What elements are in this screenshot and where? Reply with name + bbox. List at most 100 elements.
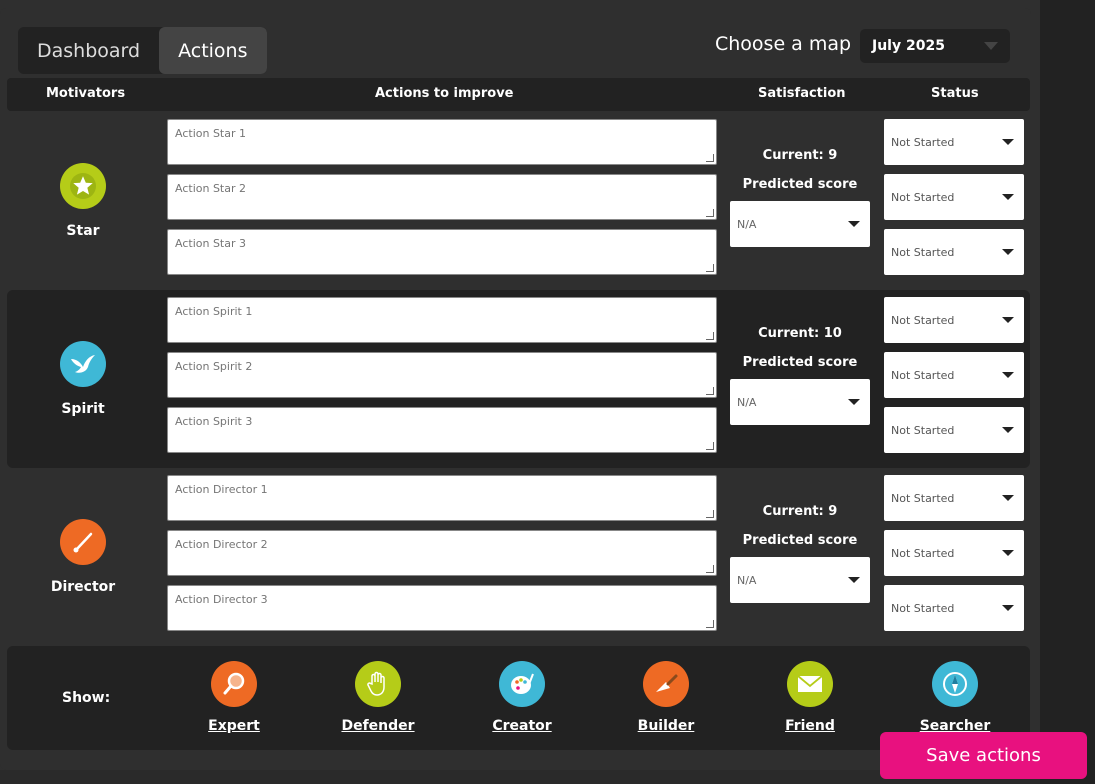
action-input[interactable] xyxy=(167,475,717,521)
scroll-gutter xyxy=(1040,0,1095,784)
tab-dashboard[interactable]: Dashboard xyxy=(18,27,159,74)
tab-actions[interactable]: Actions xyxy=(159,27,267,74)
predicted-score-select[interactable]: N/A xyxy=(730,201,870,247)
satisfaction-info: Current: 9 Predicted score xyxy=(730,148,870,192)
resize-handle-icon[interactable] xyxy=(706,565,714,573)
action-input[interactable] xyxy=(167,352,717,398)
action-input[interactable] xyxy=(167,407,717,453)
status-select[interactable]: Not Started xyxy=(884,119,1024,165)
show-defender-link[interactable]: Defender xyxy=(328,661,428,734)
star-icon xyxy=(60,163,106,209)
palette-icon xyxy=(499,661,545,707)
chevron-down-icon xyxy=(984,42,998,50)
status-select[interactable]: Not Started xyxy=(884,407,1024,453)
resize-handle-icon[interactable] xyxy=(706,510,714,518)
resize-handle-icon[interactable] xyxy=(706,264,714,272)
show-searcher-link[interactable]: Searcher xyxy=(905,661,1005,734)
resize-handle-icon[interactable] xyxy=(706,332,714,340)
action-field[interactable] xyxy=(168,175,716,195)
chevron-down-icon xyxy=(1002,427,1014,433)
status-select[interactable]: Not Started xyxy=(884,174,1024,220)
action-field[interactable] xyxy=(168,298,716,318)
chevron-down-icon xyxy=(1002,372,1014,378)
motivator-star: Star xyxy=(7,163,159,239)
header-satisfaction: Satisfaction xyxy=(758,86,846,101)
predicted-score-value: N/A xyxy=(737,573,757,587)
show-item-label: Expert xyxy=(208,718,260,734)
trowel-icon xyxy=(643,661,689,707)
resize-handle-icon[interactable] xyxy=(706,209,714,217)
status-select[interactable]: Not Started xyxy=(884,475,1024,521)
status-select[interactable]: Not Started xyxy=(884,352,1024,398)
resize-handle-icon[interactable] xyxy=(706,387,714,395)
action-field[interactable] xyxy=(168,476,716,496)
status-value: Not Started xyxy=(891,491,955,505)
resize-handle-icon[interactable] xyxy=(706,620,714,628)
resize-handle-icon[interactable] xyxy=(706,154,714,162)
action-field[interactable] xyxy=(168,120,716,140)
show-expert-link[interactable]: Expert xyxy=(184,661,284,734)
current-score: Current: 10 xyxy=(758,326,842,341)
motivator-group-star: Star Current: 9 Predicted score N/A Not … xyxy=(7,112,1030,290)
tab-bar: Dashboard Actions xyxy=(18,27,267,74)
show-builder-link[interactable]: Builder xyxy=(616,661,716,734)
motivator-spirit: Spirit xyxy=(7,341,159,417)
map-select[interactable]: July 2025 xyxy=(860,29,1010,63)
header-actions: Actions to improve xyxy=(375,86,514,101)
compass-icon xyxy=(932,661,978,707)
chevron-down-icon xyxy=(1002,249,1014,255)
predicted-score-value: N/A xyxy=(737,395,757,409)
chevron-down-icon xyxy=(1002,605,1014,611)
header-motivators: Motivators xyxy=(46,86,126,101)
action-input[interactable] xyxy=(167,174,717,220)
status-value: Not Started xyxy=(891,368,955,382)
action-input[interactable] xyxy=(167,530,717,576)
show-friend-link[interactable]: Friend xyxy=(760,661,860,734)
status-value: Not Started xyxy=(891,313,955,327)
hand-icon xyxy=(355,661,401,707)
status-select[interactable]: Not Started xyxy=(884,585,1024,631)
show-item-label: Friend xyxy=(785,718,835,734)
choose-map-label: Choose a map xyxy=(715,33,852,55)
predicted-score-select[interactable]: N/A xyxy=(730,379,870,425)
motivator-label: Star xyxy=(66,223,100,239)
motivator-label: Spirit xyxy=(61,401,105,417)
satisfaction-info: Current: 10 Predicted score xyxy=(730,326,870,370)
show-label: Show: xyxy=(62,690,111,706)
chevron-down-icon xyxy=(848,221,860,227)
chevron-down-icon xyxy=(848,577,860,583)
action-field[interactable] xyxy=(168,230,716,250)
status-value: Not Started xyxy=(891,190,955,204)
action-field[interactable] xyxy=(168,586,716,606)
action-input[interactable] xyxy=(167,119,717,165)
magnifier-icon xyxy=(211,661,257,707)
resize-handle-icon[interactable] xyxy=(706,442,714,450)
status-select[interactable]: Not Started xyxy=(884,297,1024,343)
action-input[interactable] xyxy=(167,297,717,343)
status-value: Not Started xyxy=(891,245,955,259)
chevron-down-icon xyxy=(1002,317,1014,323)
action-input[interactable] xyxy=(167,585,717,631)
action-field[interactable] xyxy=(168,408,716,428)
action-input[interactable] xyxy=(167,229,717,275)
chevron-down-icon xyxy=(1002,194,1014,200)
action-field[interactable] xyxy=(168,353,716,373)
chevron-down-icon xyxy=(848,399,860,405)
predicted-score-select[interactable]: N/A xyxy=(730,557,870,603)
status-value: Not Started xyxy=(891,601,955,615)
chevron-down-icon xyxy=(1002,495,1014,501)
action-field[interactable] xyxy=(168,531,716,551)
show-item-label: Builder xyxy=(637,718,695,734)
status-select[interactable]: Not Started xyxy=(884,530,1024,576)
show-filter-bar: Show: Expert Defender Creator Builder Fr… xyxy=(7,646,1030,750)
motivator-group-director: Director Current: 9 Predicted score N/A … xyxy=(7,468,1030,646)
show-item-label: Creator xyxy=(492,718,552,734)
save-actions-button[interactable]: Save actions xyxy=(880,732,1087,779)
status-select[interactable]: Not Started xyxy=(884,229,1024,275)
motivator-label: Director xyxy=(50,579,116,595)
show-item-label: Defender xyxy=(341,718,415,734)
show-creator-link[interactable]: Creator xyxy=(472,661,572,734)
chevron-down-icon xyxy=(1002,139,1014,145)
map-select-value: July 2025 xyxy=(872,38,945,54)
predicted-score-label: Predicted score xyxy=(742,355,858,370)
